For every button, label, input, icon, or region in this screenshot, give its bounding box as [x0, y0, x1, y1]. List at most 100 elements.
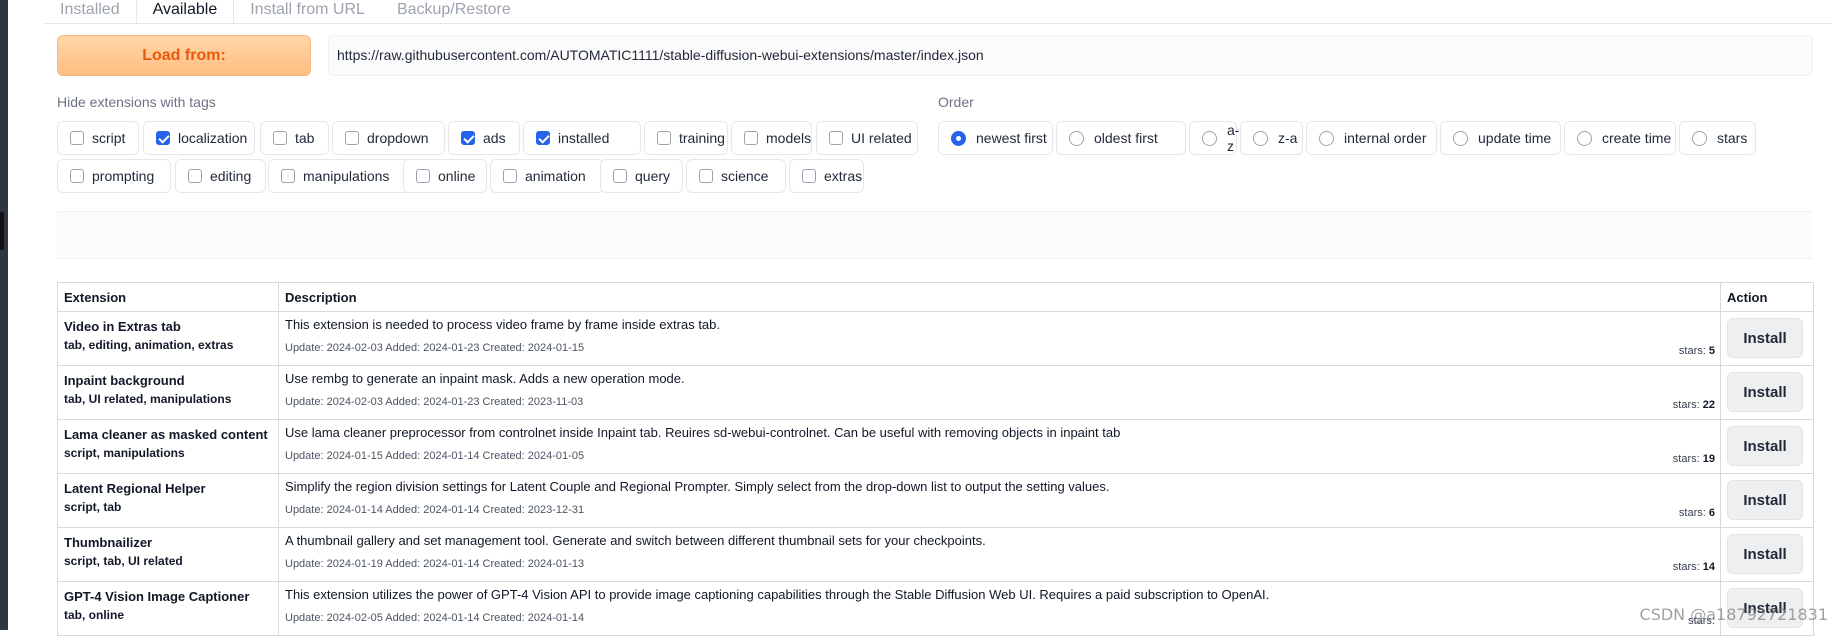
radio-button[interactable]	[1069, 130, 1084, 146]
order-option-stars[interactable]: stars	[1679, 121, 1756, 155]
extension-name[interactable]: Thumbnailizer	[64, 535, 272, 550]
tag-filter-animation[interactable]: animation	[490, 159, 604, 193]
checkbox[interactable]	[536, 131, 550, 145]
index-url-input[interactable]: https://raw.githubusercontent.com/AUTOMA…	[328, 35, 1813, 76]
tag-filter-ads[interactable]: ads	[448, 121, 520, 155]
checkbox[interactable]	[273, 131, 287, 145]
tag-filter-script[interactable]: script	[57, 121, 139, 155]
tag-filter-installed[interactable]: installed	[523, 121, 641, 155]
install-button[interactable]: Install	[1727, 318, 1803, 358]
stars-label: stars:	[1672, 453, 1700, 465]
order-option-update-time[interactable]: update time	[1440, 121, 1561, 155]
checkbox[interactable]	[657, 131, 671, 145]
checkbox[interactable]	[70, 131, 84, 145]
order-option-newest-first[interactable]: newest first	[938, 121, 1053, 155]
radio-button[interactable]	[951, 130, 966, 146]
extension-name[interactable]: Video in Extras tab	[64, 319, 272, 334]
checkbox[interactable]	[744, 131, 758, 145]
tag-filter-science[interactable]: science	[686, 159, 786, 193]
description-cell: A thumbnail gallery and set management t…	[278, 527, 1721, 582]
tag-filter-models[interactable]: models	[731, 121, 812, 155]
extension-dates: Update: 2024-01-15 Added: 2024-01-14 Cre…	[285, 450, 585, 462]
star-count: stars: 19	[1673, 453, 1715, 465]
extension-cell: GPT-4 Vision Image Captioner tab, online	[57, 581, 279, 636]
install-button[interactable]: Install	[1727, 426, 1803, 466]
tag-filter-editing[interactable]: editing	[175, 159, 266, 193]
checkbox[interactable]	[461, 131, 475, 145]
order-option-internal-order[interactable]: internal order	[1306, 121, 1437, 155]
table-row: GPT-4 Vision Image Captioner tab, online T…	[57, 581, 1814, 636]
extension-name[interactable]: GPT-4 Vision Image Captioner	[64, 589, 272, 604]
tag-filter-label: script	[92, 130, 126, 146]
checkbox[interactable]	[802, 169, 816, 183]
star-count: stars: 22	[1673, 399, 1715, 411]
checkbox[interactable]	[829, 131, 843, 145]
extension-name[interactable]: Inpaint background	[64, 373, 272, 388]
load-from-button[interactable]: Load from:	[57, 35, 311, 76]
stars-label: stars:	[1672, 561, 1700, 573]
extension-dates: Update: 2024-02-03 Added: 2024-01-23 Cre…	[285, 342, 585, 354]
extension-name[interactable]: Lama cleaner as masked content	[64, 427, 272, 442]
checkbox[interactable]	[70, 169, 84, 183]
order-option-oldest-first[interactable]: oldest first	[1056, 121, 1186, 155]
action-cell: Install	[1720, 527, 1814, 582]
stars-value: 22	[1702, 399, 1715, 411]
radio-button[interactable]	[1202, 130, 1217, 146]
radio-button[interactable]	[1577, 130, 1592, 146]
tab-install-from-url[interactable]: Install from URL	[234, 0, 381, 24]
table-header-row: Extension Description Action	[57, 282, 1814, 312]
tag-filter-manipulations[interactable]: manipulations	[268, 159, 414, 193]
checkbox[interactable]	[613, 169, 627, 183]
order-label: Order	[938, 94, 974, 110]
install-button[interactable]: Install	[1727, 480, 1803, 520]
window-left-edge	[0, 0, 8, 630]
radio-button[interactable]	[1253, 130, 1268, 146]
checkbox[interactable]	[156, 131, 170, 145]
extension-description: Use rembg to generate an inpaint mask. A…	[285, 371, 685, 386]
install-button[interactable]: Install	[1727, 372, 1803, 412]
star-count: stars: 5	[1679, 345, 1715, 357]
order-option-z-a[interactable]: z-a	[1240, 121, 1303, 155]
checkbox[interactable]	[188, 169, 202, 183]
header-description: Description	[278, 282, 1721, 312]
checkbox[interactable]	[699, 169, 713, 183]
tag-filter-label: query	[635, 168, 671, 184]
tag-filter-query[interactable]: query	[600, 159, 683, 193]
checkbox[interactable]	[345, 131, 359, 145]
order-option-label: stars	[1717, 130, 1748, 146]
tag-filter-prompting[interactable]: prompting	[57, 159, 171, 193]
tag-filter-tab[interactable]: tab	[260, 121, 329, 155]
order-option-create-time[interactable]: create time	[1564, 121, 1676, 155]
radio-button[interactable]	[1319, 130, 1334, 146]
extension-dates: Update: 2024-02-03 Added: 2024-01-23 Cre…	[285, 396, 584, 408]
tag-filter-dropdown[interactable]: dropdown	[332, 121, 445, 155]
hide-tags-label: Hide extensions with tags	[57, 94, 216, 110]
action-cell: Install	[1720, 365, 1814, 420]
table-row: Lama cleaner as masked content script, ma…	[57, 419, 1814, 474]
action-cell: Install	[1720, 473, 1814, 528]
tab-installed[interactable]: Installed	[44, 0, 136, 24]
tag-filter-ui-related[interactable]: UI related	[816, 121, 918, 155]
order-option-a-z[interactable]: a-z	[1189, 121, 1239, 155]
tag-filter-training[interactable]: training	[644, 121, 728, 155]
order-option-label: create time	[1602, 130, 1672, 146]
tag-filter-online[interactable]: online	[403, 159, 487, 193]
stars-label: stars:	[1678, 345, 1706, 357]
install-button[interactable]: Install	[1727, 534, 1803, 574]
checkbox[interactable]	[416, 169, 430, 183]
radio-button[interactable]	[1453, 130, 1468, 146]
tab-available[interactable]: Available	[135, 0, 235, 24]
extension-description: This extension is needed to process vide…	[285, 317, 720, 332]
checkbox[interactable]	[281, 169, 295, 183]
description-cell: Simplify the region division settings fo…	[278, 473, 1721, 528]
extension-cell: Inpaint background tab, UI related, manip…	[57, 365, 279, 420]
tab-backup-restore[interactable]: Backup/Restore	[381, 0, 527, 24]
stars-value: 14	[1702, 561, 1715, 573]
extension-dates: Update: 2024-01-19 Added: 2024-01-14 Cre…	[285, 558, 585, 570]
checkbox[interactable]	[503, 169, 517, 183]
radio-button[interactable]	[1692, 130, 1707, 146]
tag-filter-extras[interactable]: extras	[789, 159, 864, 193]
tag-filter-localization[interactable]: localization	[143, 121, 255, 155]
extension-name[interactable]: Latent Regional Helper	[64, 481, 272, 496]
tag-filter-label: training	[679, 130, 725, 146]
